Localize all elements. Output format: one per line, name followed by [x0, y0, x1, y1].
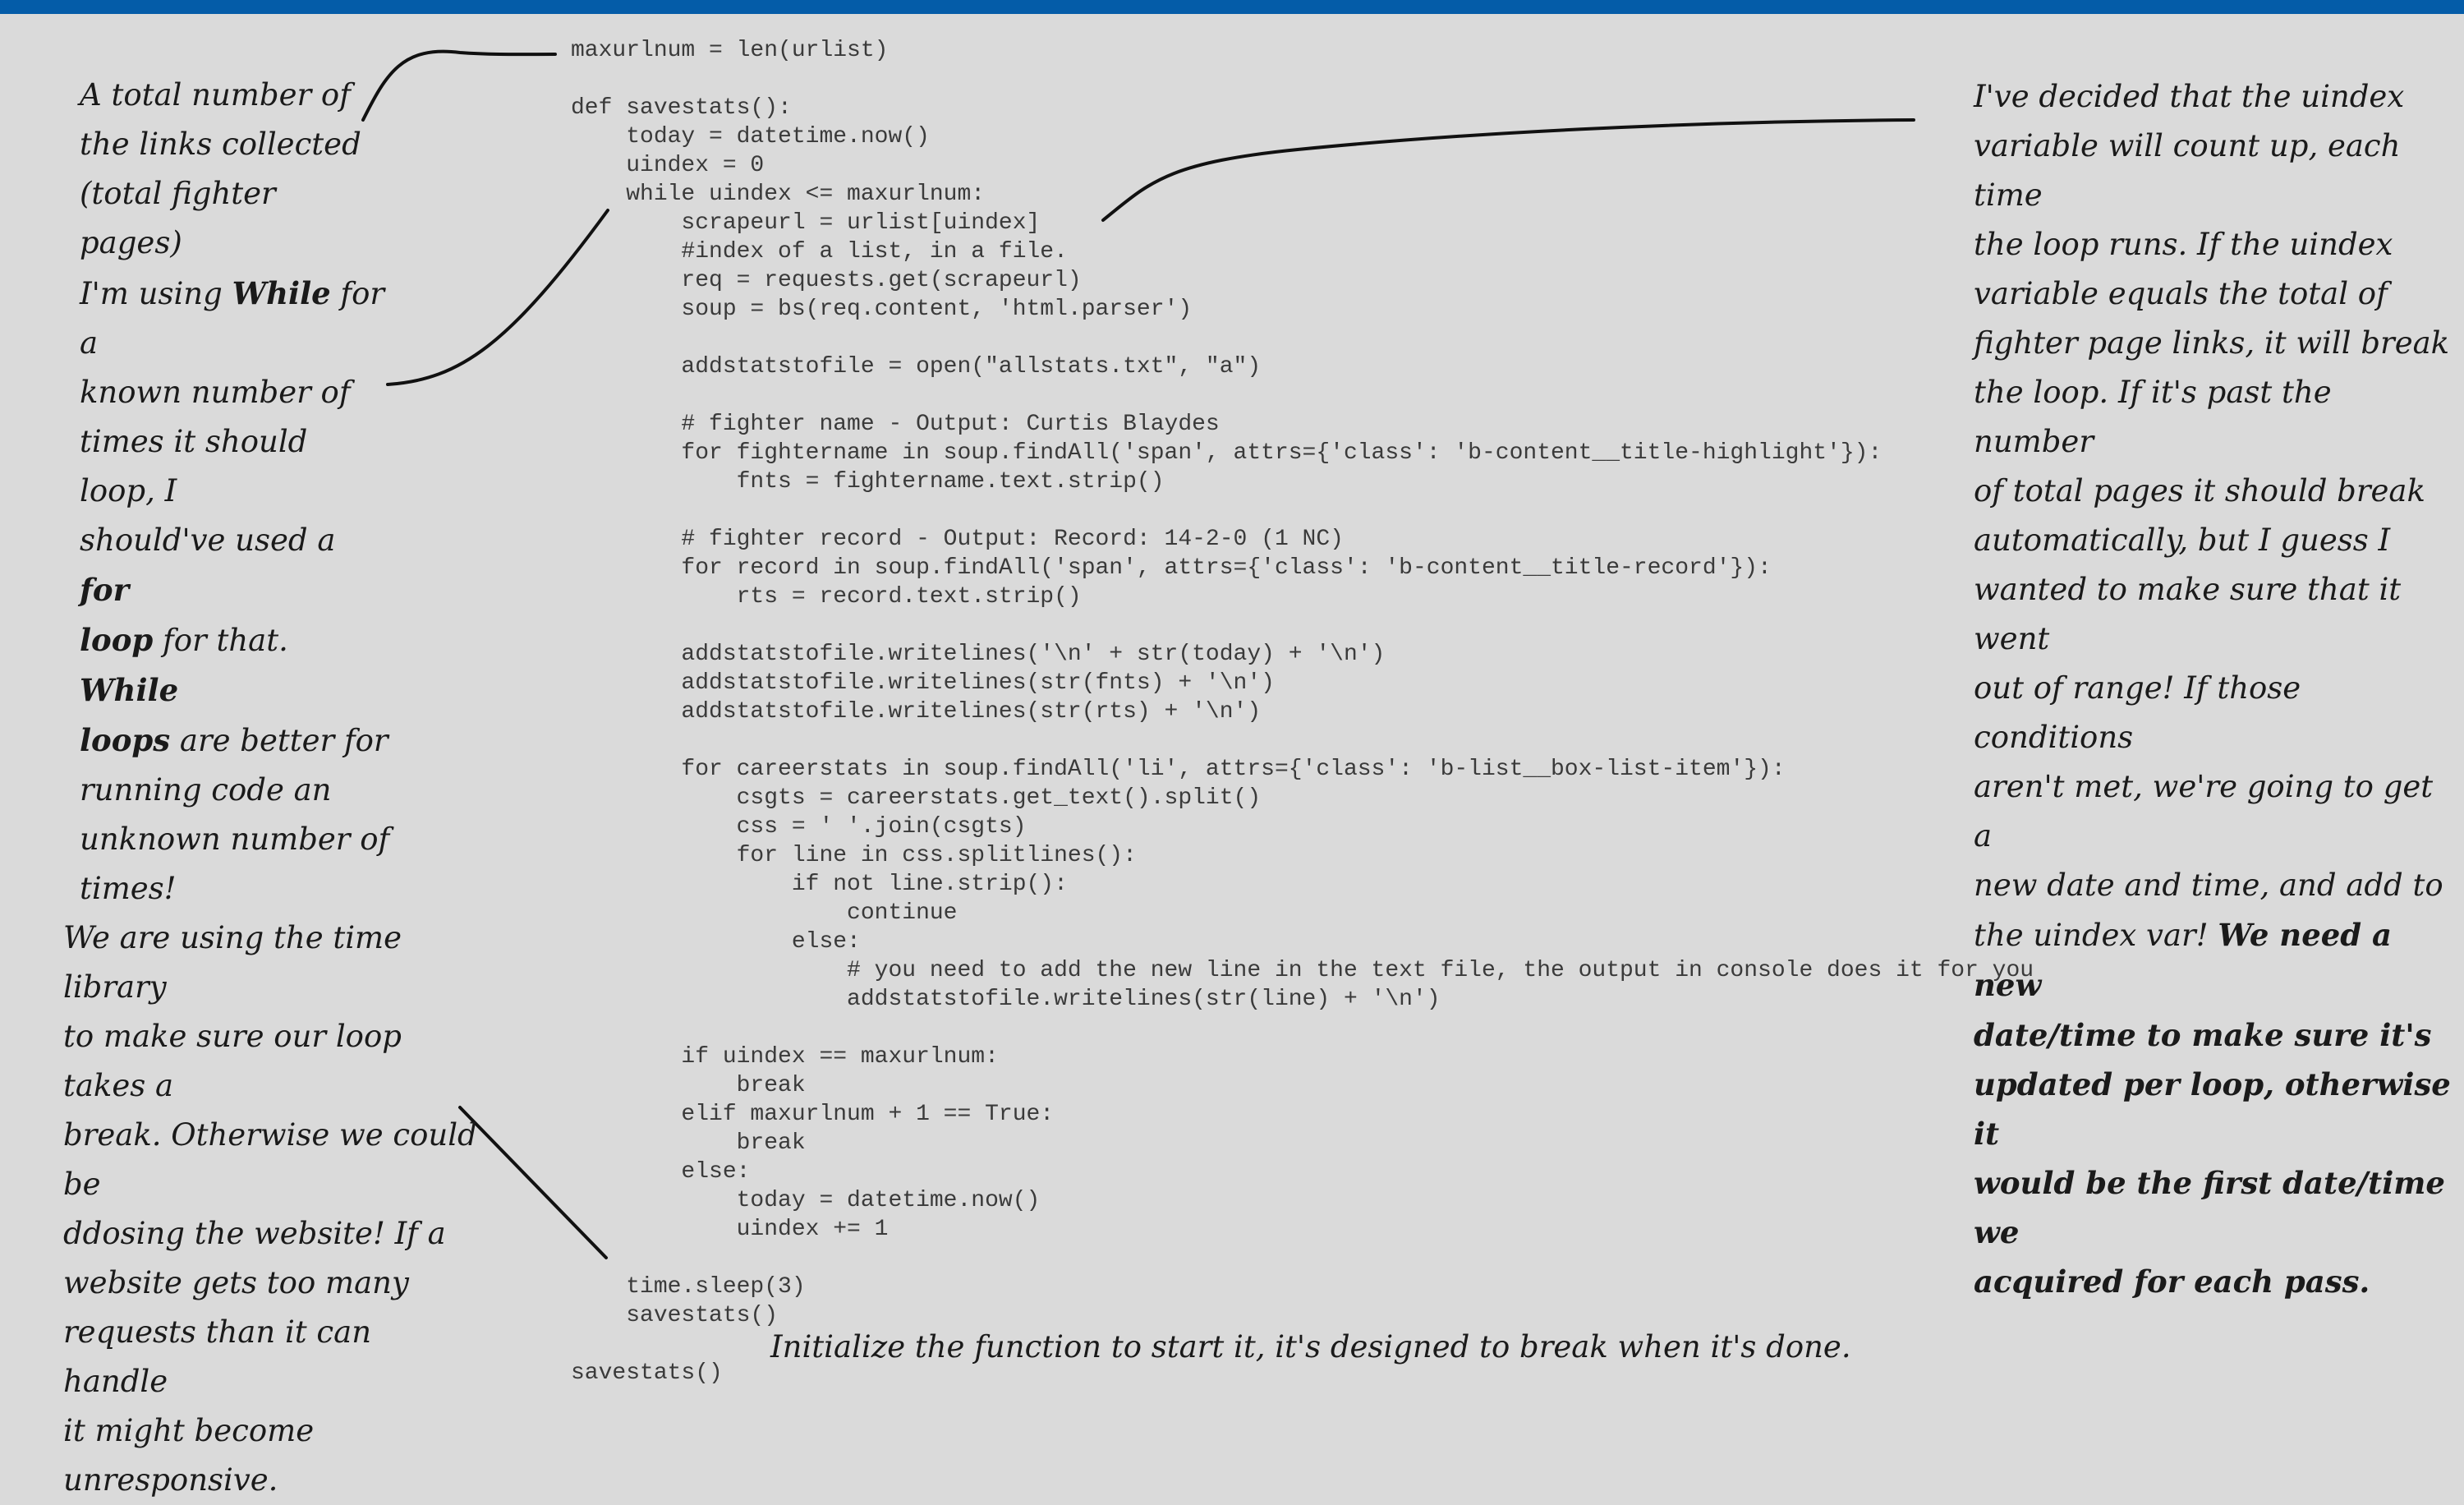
- note-line: the links collected: [80, 127, 361, 162]
- note-line-bold: acquired for each pass.: [1974, 1263, 2370, 1300]
- note-time-library: We are using the time library to make su…: [63, 914, 482, 1505]
- code-line: if uindex == maxurlnum:: [571, 1044, 999, 1070]
- code-line: uindex += 1: [571, 1217, 889, 1242]
- note-line: ddosing the website! If a: [63, 1216, 446, 1251]
- code-line: addstatstofile.writelines(str(line) + '\…: [571, 987, 1441, 1012]
- note-line: (total fighter pages): [80, 176, 276, 260]
- note-text: the uindex var!: [1974, 918, 2218, 953]
- code-line: csgts = careerstats.get_text().split(): [571, 785, 1262, 811]
- code-line: scrapeurl = urlist[uindex]: [571, 210, 1041, 236]
- note-uindex-variable: I've decided that the uindex variable wi…: [1974, 72, 2454, 1306]
- note-emphasis: While: [80, 672, 179, 708]
- note-line: fighter page links, it will break: [1974, 325, 2450, 361]
- code-line: addstatstofile.writelines(str(rts) + '\n…: [571, 699, 1262, 725]
- code-line: today = datetime.now(): [571, 124, 930, 150]
- note-line: website gets too many: [63, 1265, 409, 1300]
- code-line: else:: [571, 929, 861, 955]
- note-text: should've used a: [80, 522, 336, 558]
- code-line: else:: [571, 1159, 751, 1185]
- note-line: the loop runs. If the uindex: [1974, 227, 2393, 262]
- code-line: elif maxurlnum + 1 == True:: [571, 1102, 1055, 1127]
- note-line: times!: [80, 871, 177, 906]
- note-emphasis: While: [232, 275, 331, 311]
- note-line-bold: updated per loop, otherwise it: [1974, 1066, 2451, 1152]
- note-line: to make sure our loop takes a: [63, 1019, 402, 1103]
- note-line: break. Otherwise we could be: [63, 1117, 477, 1202]
- note-line: I've decided that the uindex: [1974, 79, 2405, 114]
- code-line: while uindex <= maxurlnum:: [571, 182, 986, 207]
- code-line: rts = record.text.strip(): [571, 584, 1082, 610]
- code-line: req = requests.get(scrapeurl): [571, 268, 1082, 293]
- note-total-links: A total number of the links collected (t…: [80, 71, 375, 268]
- note-line: unknown number of: [80, 822, 390, 857]
- note-text: for that.: [153, 623, 288, 658]
- note-line: times it should loop, I: [80, 424, 308, 509]
- note-line: variable will count up, each time: [1974, 128, 2401, 213]
- arrow-total-to-maxurlnum: [361, 49, 557, 122]
- note-text: are better for: [170, 723, 388, 758]
- note-line: A total number of: [80, 77, 351, 113]
- note-line: new date and time, and add to: [1974, 868, 2443, 903]
- code-line: uindex = 0: [571, 153, 765, 178]
- note-while-loop: I'm using While for a known number of ti…: [80, 269, 392, 914]
- code-line: maxurlnum = len(urlist): [571, 38, 889, 63]
- code-line: # fighter record - Output: Record: 14-2-…: [571, 527, 1344, 552]
- note-emphasis: loops: [80, 722, 171, 758]
- note-line: aren't met, we're going to get a: [1974, 769, 2434, 854]
- code-line: addstatstofile = open("allstats.txt", "a…: [571, 354, 1262, 380]
- code-line: # you need to add the new line in the te…: [571, 958, 2034, 983]
- note-emphasis: loop: [80, 622, 154, 658]
- note-line: of total pages it should break: [1974, 473, 2425, 509]
- note-line: out of range! If those conditions: [1974, 670, 2301, 755]
- note-line: the loop. If it's past the number: [1974, 375, 2332, 459]
- note-line-bold: would be the first date/time we: [1974, 1165, 2445, 1250]
- code-line: time.sleep(3): [571, 1274, 806, 1300]
- note-line: known number of: [80, 375, 351, 410]
- code-line: for careerstats in soup.findAll('li', at…: [571, 757, 1786, 782]
- code-line: continue: [571, 900, 958, 926]
- code-line: soup = bs(req.content, 'html.parser'): [571, 297, 1193, 322]
- code-line: def savestats():: [571, 95, 792, 121]
- code-line: css = ' '.join(csgts): [571, 814, 1027, 840]
- note-line-bold: date/time to make sure it's: [1974, 1017, 2432, 1053]
- note-line: requests than it can handle: [63, 1314, 372, 1399]
- code-line: fnts = fightername.text.strip(): [571, 469, 1165, 495]
- note-initialize-function: Initialize the function to start it, it'…: [770, 1329, 1851, 1365]
- note-line: We are using the time library: [63, 920, 402, 1005]
- code-line: today = datetime.now(): [571, 1188, 1041, 1213]
- code-block: maxurlnum = len(urlist) def savestats(): …: [571, 36, 2034, 1388]
- code-line: if not line.strip():: [571, 872, 1068, 897]
- code-line: addstatstofile.writelines('\n' + str(tod…: [571, 642, 1386, 667]
- note-line: variable equals the total of: [1974, 276, 2388, 311]
- note-line: wanted to make sure that it went: [1974, 572, 2402, 656]
- code-line: for line in css.splitlines():: [571, 843, 1137, 868]
- top-accent-bar: [0, 0, 2464, 14]
- code-line: # fighter name - Output: Curtis Blaydes: [571, 412, 1220, 437]
- note-line: automatically, but I guess I: [1974, 522, 2391, 558]
- code-line: break: [571, 1073, 806, 1098]
- note-text: I'm using: [80, 276, 232, 311]
- code-line: break: [571, 1130, 806, 1156]
- code-line: for record in soup.findAll('span', attrs…: [571, 555, 1772, 581]
- note-line: running code an: [80, 772, 332, 808]
- code-line: for fightername in soup.findAll('span', …: [571, 440, 1882, 466]
- note-emphasis: for: [80, 572, 130, 608]
- code-line: #index of a list, in a file.: [571, 239, 1068, 265]
- note-line: it might become unresponsive.: [63, 1413, 315, 1498]
- code-line: addstatstofile.writelines(str(fnts) + '\…: [571, 670, 1275, 696]
